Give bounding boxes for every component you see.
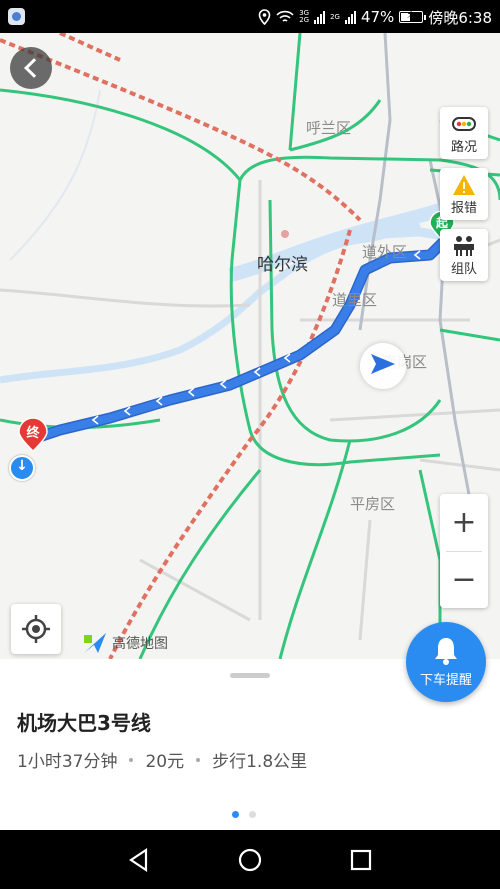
map-label-pingfang: 平房区 (350, 495, 396, 513)
team-button[interactable]: 组队 (440, 229, 488, 281)
page-dot[interactable] (232, 811, 239, 818)
map-label-daoli: 道里区 (332, 291, 378, 309)
clock: 傍晚6:38 (428, 8, 492, 27)
battery-percent: 47% (360, 8, 395, 26)
signal-icon-2 (344, 10, 356, 24)
back-triangle-icon[interactable] (126, 847, 152, 873)
navigation-arrow-icon (371, 354, 395, 374)
amap-logo: 高德地图 (82, 631, 192, 655)
alight-reminder-button[interactable]: 下车提醒 (406, 622, 486, 702)
back-button[interactable] (10, 47, 52, 89)
status-bar: 3G 2G 2G 47% ⚡ 傍晚6:38 (0, 0, 500, 33)
zoom-out-button[interactable]: − (440, 551, 488, 608)
page-dot[interactable] (249, 811, 256, 818)
home-circle-icon[interactable] (237, 847, 263, 873)
drag-handle[interactable] (230, 673, 270, 678)
map-view[interactable]: 呼兰区 哈尔滨 道外区 道里区 南岗区 平房区 起 终 ↓ 路况 报错 组队 +… (0, 33, 500, 659)
separator-dot (196, 757, 201, 762)
warning-icon (453, 175, 475, 195)
signal-icon (314, 10, 326, 24)
map-label-hulan: 呼兰区 (306, 119, 352, 137)
route-meta: 1小时37分钟 20元 步行1.8公里 (17, 747, 307, 772)
page-indicator (232, 811, 256, 818)
walk-down-icon: ↓ (9, 455, 35, 481)
system-nav-bar (0, 830, 500, 889)
map-label-harbin: 哈尔滨 (257, 255, 308, 275)
team-people-icon (454, 236, 474, 256)
route-name: 机场大巴3号线 (17, 711, 151, 735)
network-type-2: 2G (330, 12, 340, 21)
zoom-in-button[interactable]: + (440, 494, 488, 551)
amap-logo-icon (84, 633, 106, 653)
route-fare: 20元 (145, 752, 185, 772)
route-walk-distance: 步行1.8公里 (212, 752, 308, 772)
zoom-control: + − (440, 494, 488, 608)
status-icons: 3G 2G 2G 47% ⚡ 傍晚6:38 (258, 6, 492, 28)
app-notification-icon (8, 8, 25, 25)
end-marker[interactable]: 终 (18, 417, 48, 453)
separator-dot (129, 757, 134, 762)
location-icon (258, 9, 271, 25)
map-base (0, 33, 500, 659)
report-error-button[interactable]: 报错 (440, 168, 488, 220)
traffic-light-icon (452, 117, 476, 131)
current-location-marker (360, 343, 406, 389)
crosshair-icon (22, 615, 50, 643)
recents-square-icon[interactable] (348, 847, 374, 873)
map-label-daowai: 道外区 (362, 243, 408, 261)
locate-me-button[interactable] (11, 604, 61, 654)
route-duration: 1小时37分钟 (17, 752, 118, 772)
traffic-button[interactable]: 路况 (440, 107, 488, 159)
wifi-icon (276, 10, 294, 22)
battery-icon: ⚡ (399, 8, 427, 23)
network-type: 3G 2G (299, 9, 310, 24)
bell-icon (435, 638, 457, 665)
